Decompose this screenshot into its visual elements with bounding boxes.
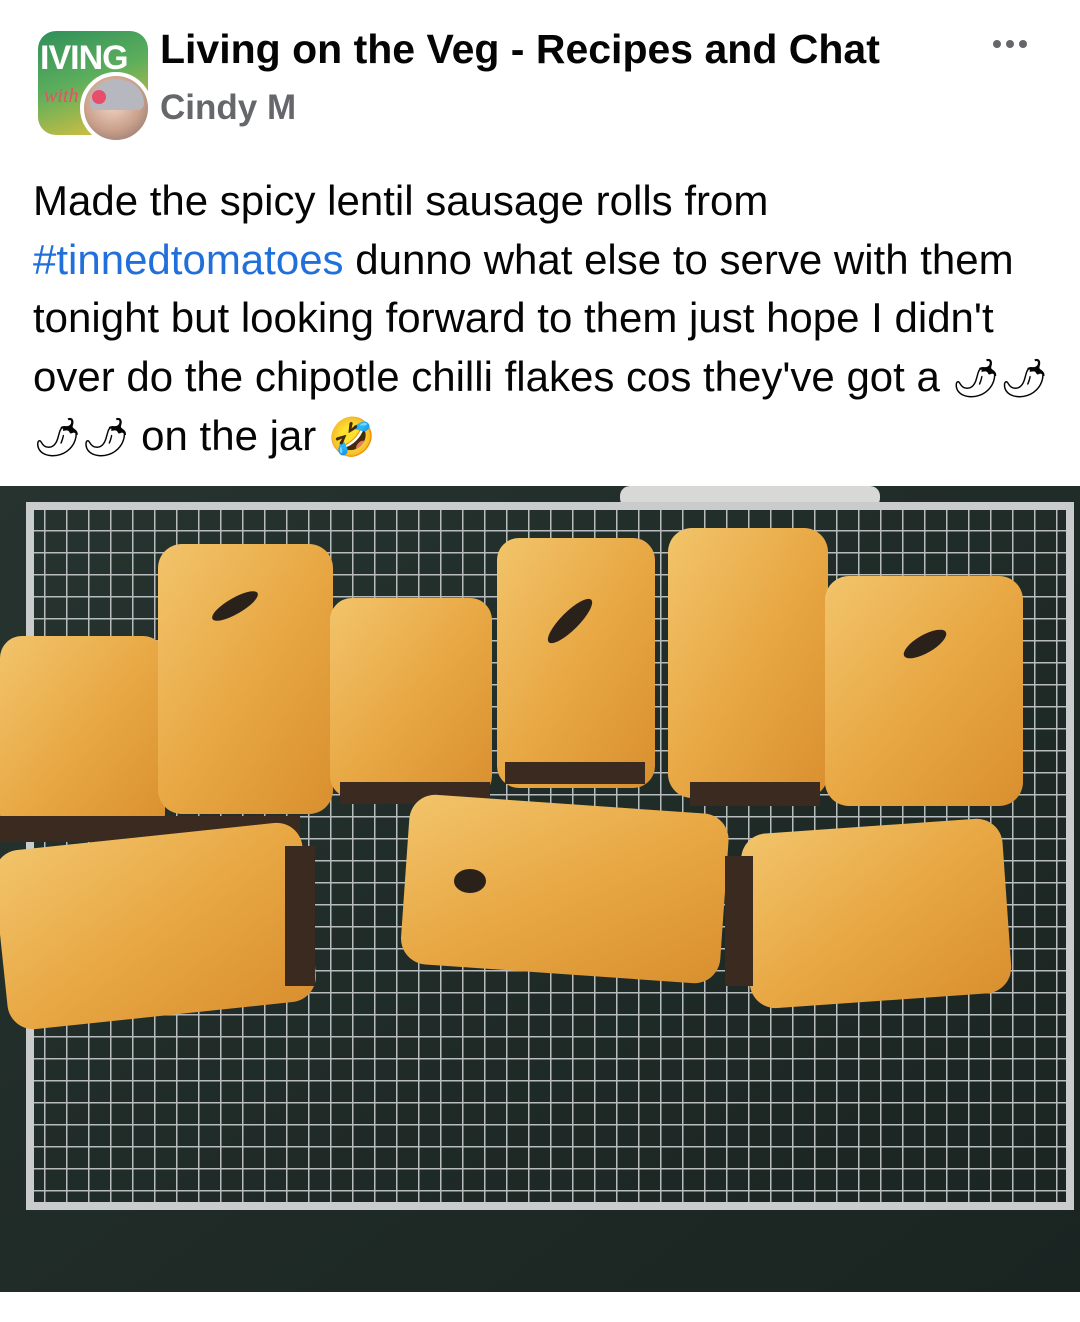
- more-options-button[interactable]: [980, 24, 1040, 64]
- group-logo-sub: with: [44, 85, 79, 107]
- sausage-roll: [0, 822, 316, 1030]
- sausage-roll: [497, 538, 655, 788]
- laughing-face-icon: 🤣: [327, 415, 376, 459]
- author-name-link[interactable]: Cindy M: [160, 88, 300, 128]
- sausage-roll: [668, 528, 828, 806]
- sausage-rolls-photo: [0, 486, 1080, 1292]
- sausage-roll: [725, 818, 1012, 1009]
- sausage-roll: [158, 544, 333, 814]
- post-body-text: Made the spicy lentil sausage rolls from…: [33, 177, 1049, 459]
- group-name-link[interactable]: Living on the Veg - Recipes and Chat: [160, 26, 880, 73]
- hashtag-link[interactable]: #tinnedtomatoes: [33, 236, 344, 283]
- user-avatar[interactable]: [80, 72, 152, 144]
- sausage-roll: [825, 576, 1023, 806]
- sausage-roll: [330, 598, 492, 804]
- ellipsis-icon: [993, 40, 1001, 48]
- sausage-roll: [401, 794, 729, 984]
- post-header: IVING with Living on the Veg - Recipes a…: [0, 0, 1080, 150]
- post-photo[interactable]: [0, 486, 1080, 1292]
